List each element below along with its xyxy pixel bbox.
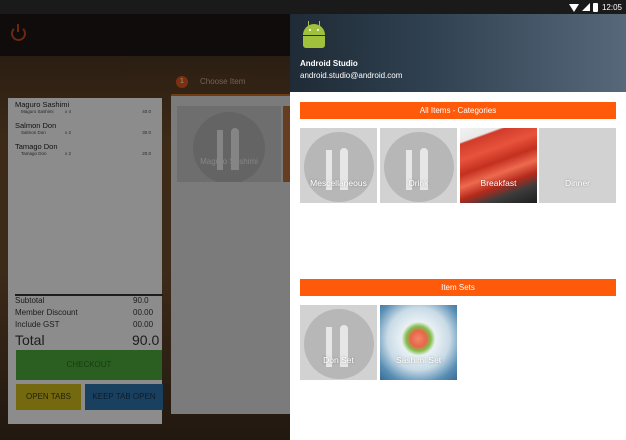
category-label: Dinner [564,178,591,188]
status-bar: 12:05 [0,0,626,14]
drawer-scrim[interactable] [0,14,290,440]
cutlery-icon [384,132,454,202]
item-set-tile-don-set[interactable]: Don Set [300,305,377,380]
cutlery-icon [304,132,374,202]
item-set-label: Sashimi Set [395,355,442,365]
categories-header: All Items - Categories [300,102,616,119]
category-tile-mescellaneous[interactable]: Mescellaneous [300,128,377,203]
item-set-tile-sashimi-set[interactable]: Sashimi Set [380,305,457,380]
navigation-drawer: Android Studio android.studio@android.co… [290,14,626,440]
category-tile-dinner[interactable]: Dinner [539,128,616,203]
category-tile-drink[interactable]: Drink [380,128,457,203]
item-set-label: Don Set [323,355,354,365]
battery-icon [592,2,598,12]
drawer-header: Android Studio android.studio@android.co… [290,14,626,92]
user-email: android.studio@android.com [300,71,403,80]
signal-icon [581,3,590,11]
user-name: Android Studio [300,59,358,68]
android-icon [302,21,326,48]
cutlery-icon [304,309,374,379]
wifi-icon [568,3,579,12]
status-icons: 12:05 [568,1,622,13]
item-sets-header: Item Sets [300,279,616,296]
status-time: 12:05 [601,2,622,12]
category-label: Mescellaneous [310,178,367,188]
category-label: Drink [408,178,429,188]
category-tile-breakfast[interactable]: Breakfast [460,128,537,203]
category-label: Breakfast [480,178,517,188]
